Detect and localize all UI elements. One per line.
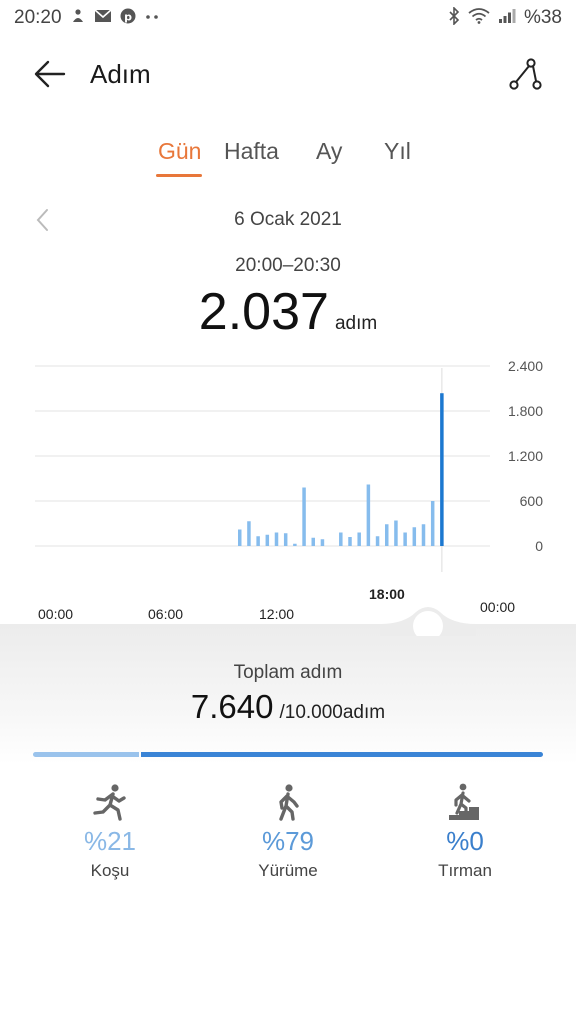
chart-bar[interactable]: [274, 532, 279, 547]
running-progress: [33, 752, 139, 757]
climbing-percent: %0: [446, 826, 484, 856]
tab-month[interactable]: Ay: [316, 138, 342, 165]
selected-value: 2.037 adım: [0, 282, 576, 342]
more-dots-icon: [144, 10, 160, 26]
chart-bar[interactable]: [394, 520, 398, 547]
tab-week[interactable]: Hafta: [224, 138, 279, 165]
page-title: Adım: [90, 59, 151, 89]
chart-bar-selected[interactable]: [440, 393, 444, 546]
running-percent: %21: [83, 826, 137, 856]
chart-bar[interactable]: [339, 532, 343, 547]
notification-icon: [70, 8, 86, 28]
chart-bar[interactable]: [256, 536, 260, 546]
y-tick-label: 1.200: [508, 448, 543, 464]
chart-bar[interactable]: [311, 537, 316, 546]
climbing-label: Tırman: [438, 861, 492, 880]
chart-bar[interactable]: [385, 524, 389, 546]
running-icon: [93, 784, 126, 821]
chart-bar[interactable]: [430, 501, 435, 546]
chart-bar[interactable]: [412, 527, 417, 546]
walking-percent: %79: [261, 826, 315, 856]
selected-unit: adım: [334, 313, 378, 334]
activity-walking: %79 Yürüme: [228, 782, 348, 881]
chart-bar[interactable]: [403, 532, 407, 547]
total-steps-title: Toplam adım: [233, 662, 343, 683]
walking-progress: [141, 752, 543, 757]
x-tick-label-selected: 18:00: [369, 586, 405, 602]
chart-bar[interactable]: [375, 536, 380, 546]
step-goal: /10.000adım: [279, 702, 386, 723]
activity-climbing: %0 Tırman: [405, 782, 525, 881]
chart-bar[interactable]: [293, 543, 297, 546]
date-row: 6 Ocak 2021: [0, 203, 576, 237]
chart-bar[interactable]: [238, 529, 242, 547]
chart-bar[interactable]: [348, 537, 352, 546]
svg-text:p: p: [124, 11, 132, 24]
chart-bar[interactable]: [283, 533, 288, 546]
bluetooth-icon: [448, 6, 460, 29]
signal-icon: [498, 8, 516, 28]
selected-step-count: 2.037: [198, 283, 329, 341]
chart-bar[interactable]: [302, 487, 306, 547]
back-button[interactable]: [30, 54, 70, 94]
activity-progress-bar: [33, 752, 543, 757]
activity-running: %21 Koşu: [50, 782, 170, 881]
y-tick-label: 600: [520, 493, 544, 509]
selected-time-range: 20:00–20:30: [235, 255, 341, 276]
battery-level: %38: [523, 7, 562, 28]
mail-icon: [94, 9, 112, 27]
status-right: %38: [448, 6, 562, 29]
total-steps-count: 7.640: [190, 688, 274, 725]
period-tabs: Gün Hafta Ay Yıl: [0, 136, 576, 180]
date-label: 6 Ocak 2021: [234, 209, 342, 230]
walking-label: Yürüme: [258, 861, 318, 880]
x-tick-label: 00:00: [38, 606, 74, 622]
y-tick-label: 0: [535, 538, 543, 554]
chart-bar[interactable]: [320, 539, 325, 546]
running-label: Koşu: [90, 861, 130, 880]
status-bar: 20:20 p %38: [0, 0, 576, 36]
chart-bar[interactable]: [265, 534, 270, 546]
app-header: Adım: [0, 50, 576, 98]
chart-bar[interactable]: [247, 521, 251, 546]
chart-bar[interactable]: [357, 532, 361, 547]
y-tick-label: 1.800: [508, 403, 543, 419]
total-steps-value: 7.640/10.000adım: [0, 688, 576, 726]
status-left: 20:20 p: [14, 7, 160, 29]
y-tick-label: 2.400: [508, 358, 543, 374]
active-tab-indicator: [156, 174, 202, 177]
wifi-icon: [468, 8, 490, 28]
walking-icon: [279, 784, 299, 821]
back-arrow-icon: [34, 60, 66, 88]
chart-bar[interactable]: [366, 484, 371, 547]
status-time: 20:20: [14, 7, 62, 28]
share-button[interactable]: [504, 54, 544, 94]
chart-bar[interactable]: [421, 524, 426, 546]
pinterest-icon: p: [120, 8, 136, 28]
steps-bar-chart[interactable]: 2.400 1.800 1.200 600 0: [0, 340, 576, 580]
chart-scrubber-handle[interactable]: [380, 604, 476, 636]
share-icon: [509, 58, 542, 90]
x-tick-label: 12:00: [259, 606, 295, 622]
climbing-icon: [449, 783, 479, 820]
tab-year[interactable]: Yıl: [384, 138, 411, 165]
x-tick-label: 06:00: [148, 606, 184, 622]
tab-day[interactable]: Gün: [158, 138, 201, 165]
x-tick-label: 00:00: [480, 599, 516, 615]
